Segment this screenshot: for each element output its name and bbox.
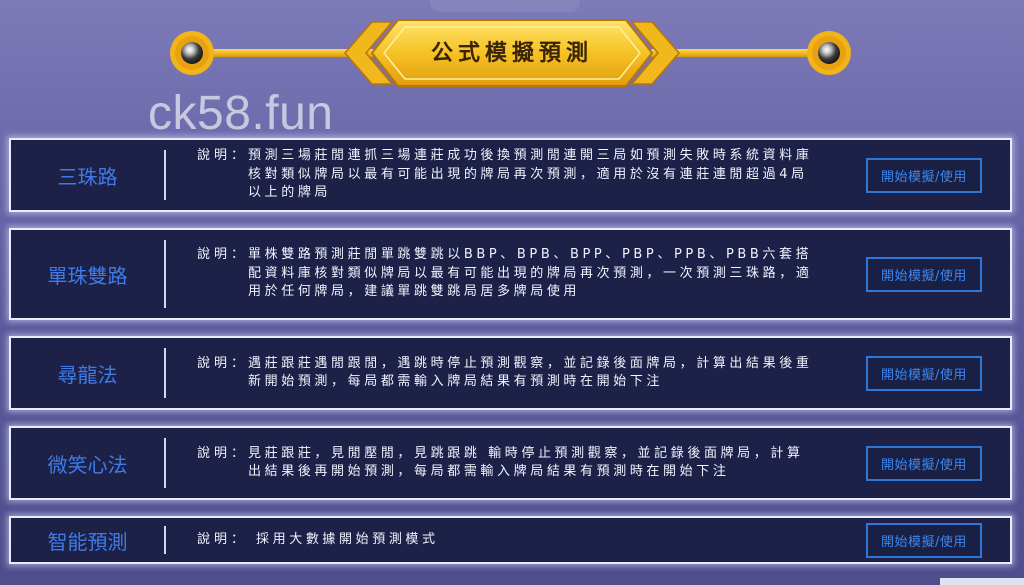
start-simulation-button[interactable]: 開始模擬/使用: [866, 356, 982, 391]
description-label: 說明：: [197, 531, 249, 547]
strategy-description: 說明： 見莊跟莊，見閒壓閒，見跳跟跳 輸時停止預測觀察，並記錄後面牌局，計算出結…: [197, 428, 837, 498]
row-divider: [164, 438, 166, 488]
strategy-title: 微笑心法: [47, 452, 128, 477]
corner-badge: [940, 578, 1024, 585]
strategy-title: 單珠雙路: [47, 263, 128, 288]
row-divider: [164, 526, 166, 554]
strategy-list: 三珠路 說明： 預測三場莊閒連抓三場連莊成功後換預測閒連開三局如預測失敗時系統資…: [0, 0, 1024, 585]
row-divider: [164, 348, 166, 398]
description-label: 說明：: [197, 247, 249, 263]
strategy-row: 單珠雙路 說明： 單株雙路預測莊閒單跳雙跳以BBP、BPB、BPP、PBP、PP…: [9, 228, 1012, 320]
description-text: 預測三場莊閒連抓三場連莊成功後換預測閒連開三局如預測失敗時系統資料庫核對類似牌局…: [248, 148, 813, 201]
description-label: 說明：: [197, 445, 249, 461]
description-text: 單株雙路預測莊閒單跳雙跳以BBP、BPB、BPP、PBP、PPB、PBB六套搭配…: [248, 247, 813, 300]
description-label: 說明：: [197, 148, 249, 164]
strategy-row: 三珠路 說明： 預測三場莊閒連抓三場連莊成功後換預測閒連開三局如預測失敗時系統資…: [9, 138, 1012, 212]
strategy-title: 尋龍法: [57, 362, 118, 387]
strategy-description: 說明： 遇莊跟莊遇閒跟閒，遇跳時停止預測觀察，並記錄後面牌局，計算出結果後重新開…: [197, 338, 837, 408]
description-text: 見莊跟莊，見閒壓閒，見跳跟跳 輸時停止預測觀察，並記錄後面牌局，計算出結果後再開…: [248, 445, 804, 480]
description-text: 採用大數據開始預測模式: [256, 531, 439, 547]
strategy-row: 智能預測 說明： 採用大數據開始預測模式 開始模擬/使用: [9, 516, 1012, 564]
start-simulation-button[interactable]: 開始模擬/使用: [866, 158, 982, 193]
start-simulation-button[interactable]: 開始模擬/使用: [866, 446, 982, 481]
strategy-title: 智能預測: [47, 529, 128, 554]
strategy-description: 說明： 單株雙路預測莊閒單跳雙跳以BBP、BPB、BPP、PBP、PPB、PBB…: [197, 230, 837, 318]
strategy-row: 尋龍法 說明： 遇莊跟莊遇閒跟閒，遇跳時停止預測觀察，並記錄後面牌局，計算出結果…: [9, 336, 1012, 410]
strategy-description: 說明： 預測三場莊閒連抓三場連莊成功後換預測閒連開三局如預測失敗時系統資料庫核對…: [197, 140, 837, 210]
row-divider: [164, 240, 166, 308]
description-text: 遇莊跟莊遇閒跟閒，遇跳時停止預測觀察，並記錄後面牌局，計算出結果後重新開始預測，…: [248, 355, 813, 390]
strategy-title: 三珠路: [57, 164, 118, 189]
start-simulation-button[interactable]: 開始模擬/使用: [866, 257, 982, 292]
strategy-row: 微笑心法 說明： 見莊跟莊，見閒壓閒，見跳跟跳 輸時停止預測觀察，並記錄後面牌局…: [9, 426, 1012, 500]
start-simulation-button[interactable]: 開始模擬/使用: [866, 523, 982, 558]
description-label: 說明：: [197, 355, 249, 371]
strategy-description: 說明： 採用大數據開始預測模式: [197, 518, 837, 562]
row-divider: [164, 150, 166, 200]
